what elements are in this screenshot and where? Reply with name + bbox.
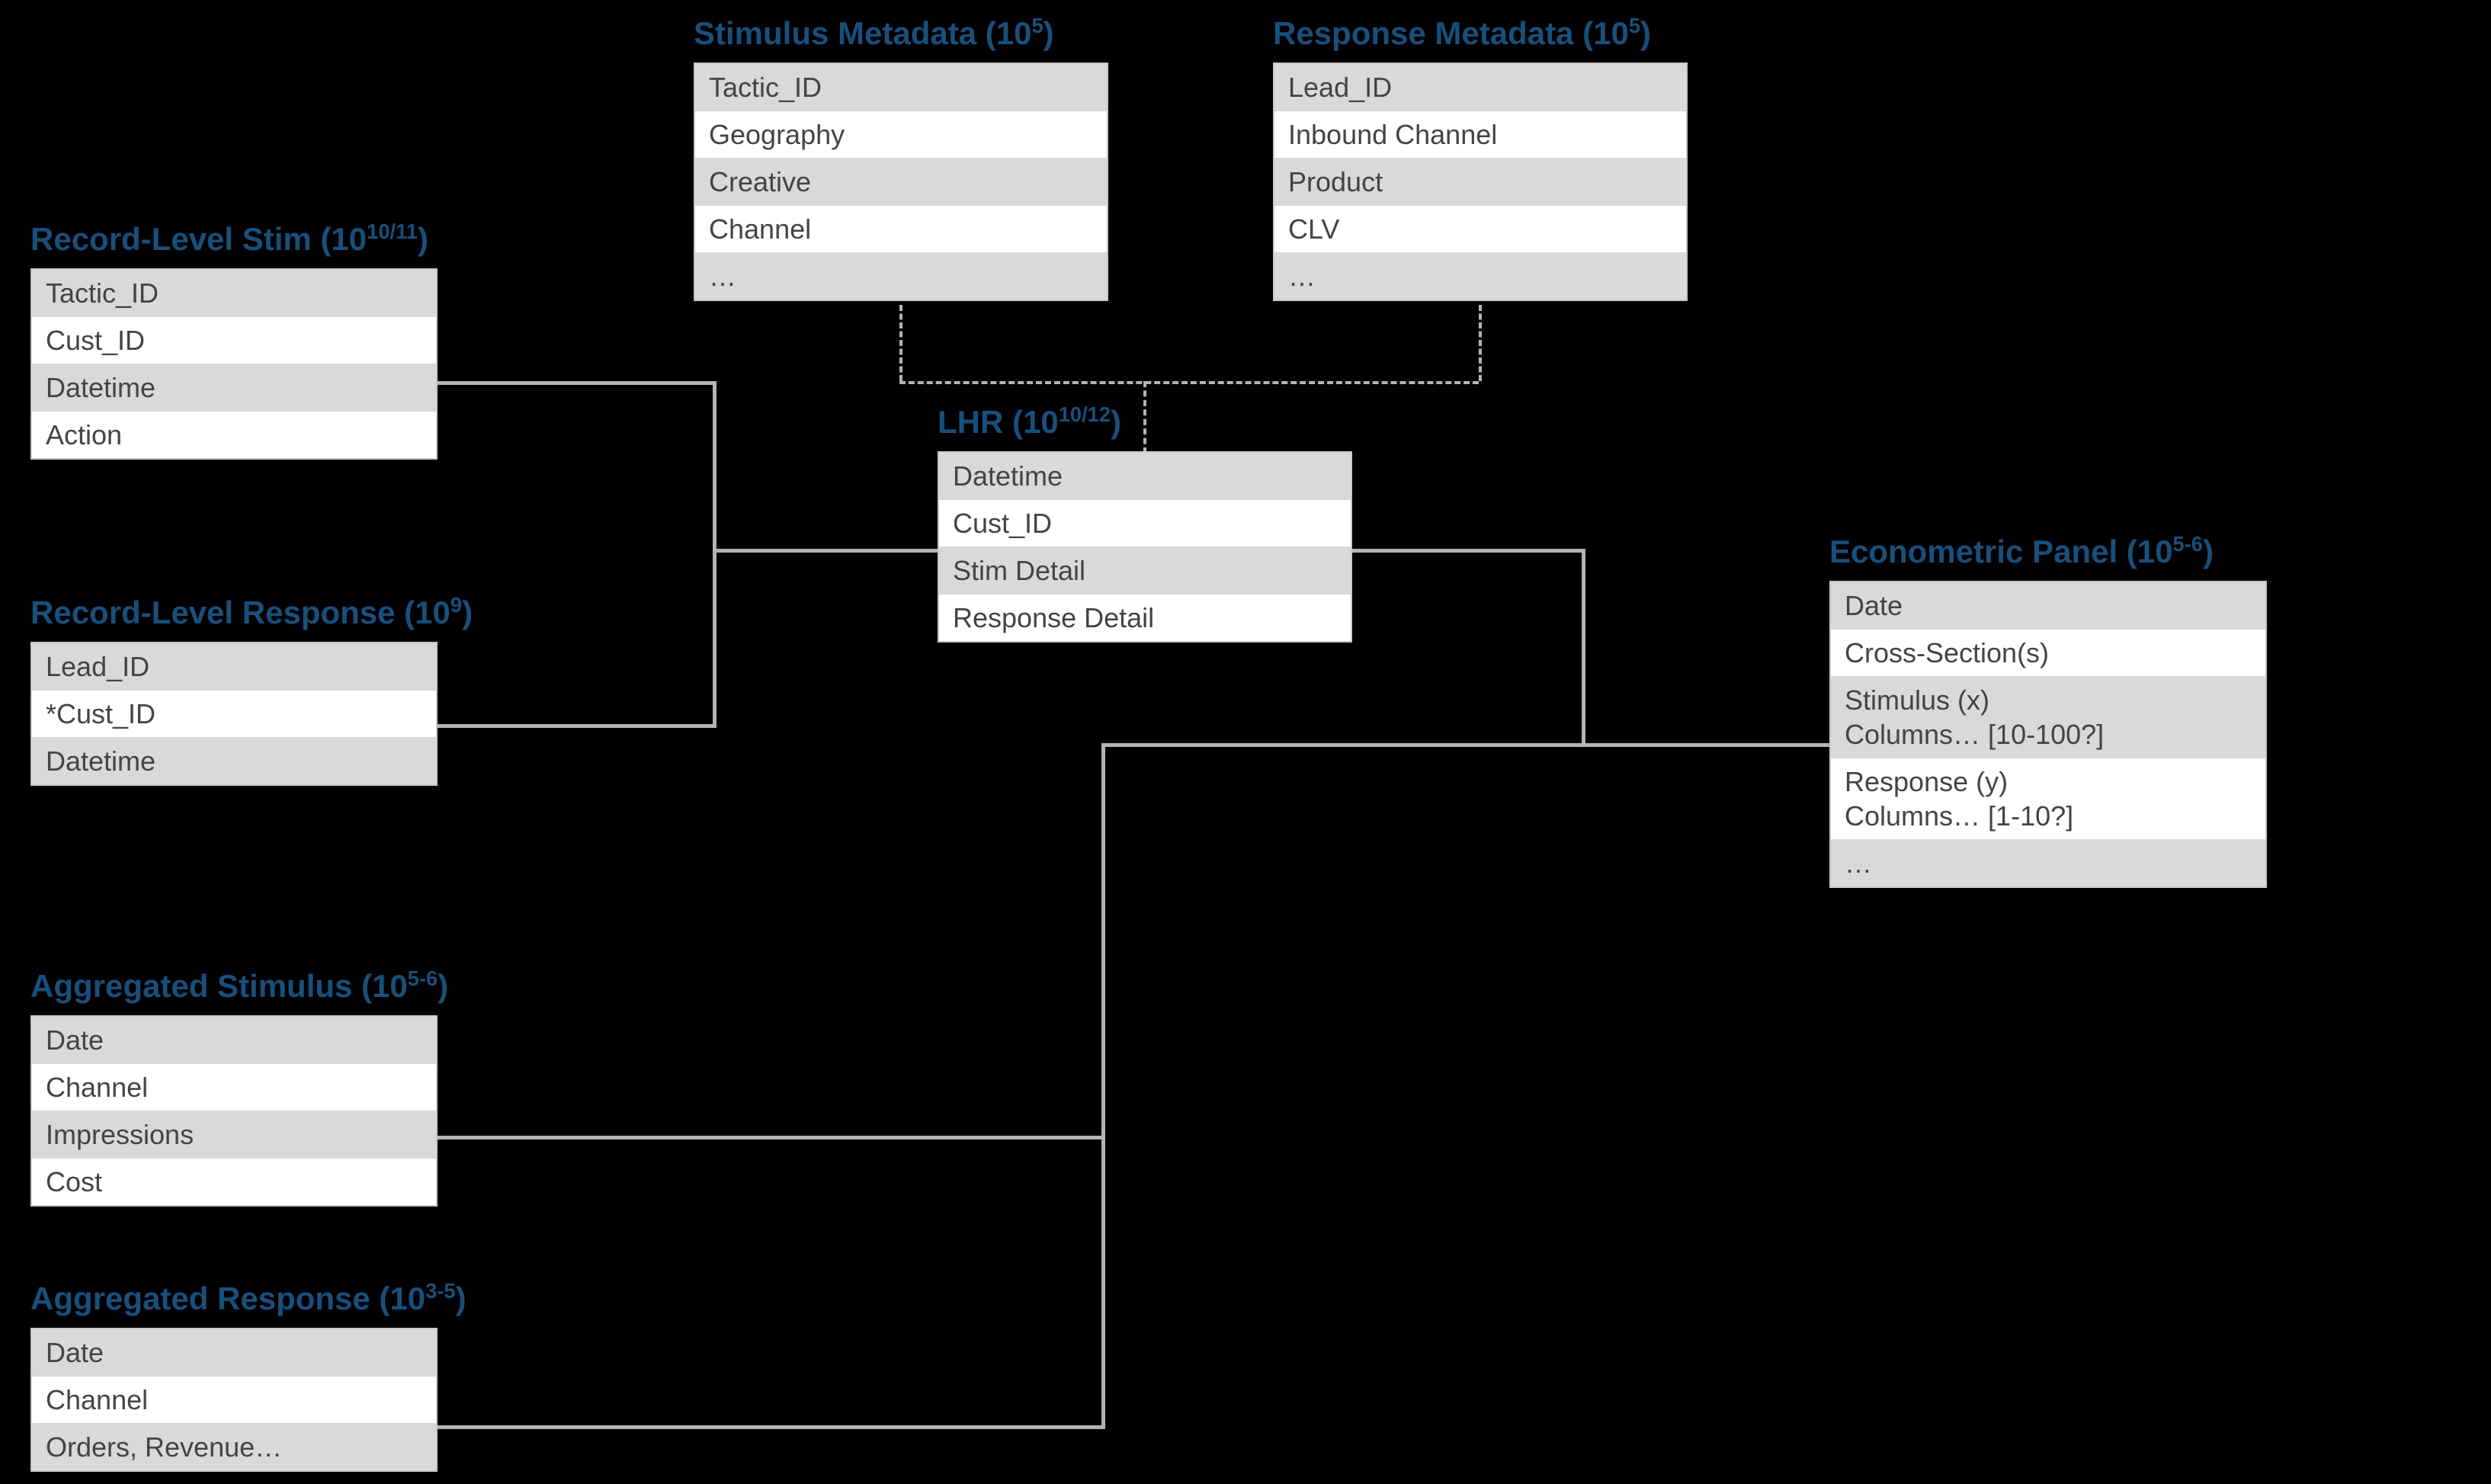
fields-econometric-panel: Date Cross-Section(s) Stimulus (x)Column… <box>1829 581 2267 888</box>
connector <box>434 381 717 385</box>
title-aggregated-response: Aggregated Response (103-5) <box>30 1280 466 1317</box>
field: Creative <box>695 159 1107 206</box>
connector <box>713 549 717 728</box>
field: Product <box>1274 159 1686 206</box>
field: … <box>1274 253 1686 300</box>
entity-record-level-stim: Record-Level Stim (1010/11) Tactic_ID Cu… <box>30 221 438 460</box>
field: Date <box>32 1329 436 1377</box>
field: Cust_ID <box>939 500 1351 547</box>
entity-response-metadata: Response Metadata (105) Lead_ID Inbound … <box>1273 15 1688 301</box>
field: Response Detail <box>939 595 1351 641</box>
title-lhr: LHR (1010/12) <box>938 404 1352 441</box>
field: Datetime <box>32 738 436 784</box>
field: Cust_ID <box>32 317 436 364</box>
field: CLV <box>1274 206 1686 253</box>
connector <box>1582 743 1833 747</box>
connector-dashed <box>1479 305 1482 381</box>
field: Geography <box>695 111 1107 159</box>
field: Response (y)Columns… [1-10?] <box>1831 758 2265 840</box>
connector <box>434 1136 1105 1139</box>
title-record-level-stim: Record-Level Stim (1010/11) <box>30 221 438 258</box>
field: … <box>695 253 1107 300</box>
field: Stim Detail <box>939 547 1351 595</box>
field: Inbound Channel <box>1274 111 1686 159</box>
connector <box>434 1425 1105 1429</box>
connector-dashed <box>899 381 1479 384</box>
field: Channel <box>32 1377 436 1424</box>
connector <box>1101 743 1585 747</box>
field: Cost <box>32 1159 436 1205</box>
field: Date <box>32 1017 436 1064</box>
fields-record-level-response: Lead_ID *Cust_ID Datetime <box>30 642 438 786</box>
title-record-level-response: Record-Level Response (109) <box>30 595 473 631</box>
field: Lead_ID <box>1274 64 1686 111</box>
field: Lead_ID <box>32 643 436 691</box>
field: Channel <box>695 206 1107 253</box>
title-econometric-panel: Econometric Panel (105-6) <box>1829 534 2267 570</box>
field: Datetime <box>939 453 1351 500</box>
entity-aggregated-stimulus: Aggregated Stimulus (105-6) Date Channel… <box>30 968 448 1207</box>
field: … <box>1831 840 2265 886</box>
connector <box>1349 549 1585 553</box>
field: Stimulus (x)Columns… [10-100?] <box>1831 677 2265 758</box>
field: Action <box>32 412 436 458</box>
entity-aggregated-response: Aggregated Response (103-5) Date Channel… <box>30 1280 466 1472</box>
title-aggregated-stimulus: Aggregated Stimulus (105-6) <box>30 968 448 1005</box>
field: Impressions <box>32 1111 436 1159</box>
field: Tactic_ID <box>32 270 436 317</box>
connector <box>1101 1136 1105 1429</box>
fields-stimulus-metadata: Tactic_ID Geography Creative Channel … <box>694 63 1108 301</box>
title-stimulus-metadata: Stimulus Metadata (105) <box>694 15 1108 52</box>
field: *Cust_ID <box>32 691 436 738</box>
fields-lhr: Datetime Cust_ID Stim Detail Response De… <box>938 451 1352 643</box>
connector <box>713 549 941 553</box>
fields-response-metadata: Lead_ID Inbound Channel Product CLV … <box>1273 63 1688 301</box>
fields-record-level-stim: Tactic_ID Cust_ID Datetime Action <box>30 268 438 460</box>
field: Orders, Revenue… <box>32 1424 436 1470</box>
connector <box>1101 743 1105 1139</box>
field: Tactic_ID <box>695 64 1107 111</box>
entity-lhr: LHR (1010/12) Datetime Cust_ID Stim Deta… <box>938 404 1352 643</box>
connector <box>1582 549 1585 747</box>
connector-dashed <box>899 305 902 381</box>
connector <box>434 724 717 728</box>
entity-record-level-response: Record-Level Response (109) Lead_ID *Cus… <box>30 595 473 786</box>
field: Channel <box>32 1064 436 1111</box>
fields-aggregated-response: Date Channel Orders, Revenue… <box>30 1328 438 1472</box>
field: Date <box>1831 582 2265 630</box>
field: Cross-Section(s) <box>1831 630 2265 677</box>
entity-econometric-panel: Econometric Panel (105-6) Date Cross-Sec… <box>1829 534 2267 888</box>
field: Datetime <box>32 364 436 412</box>
fields-aggregated-stimulus: Date Channel Impressions Cost <box>30 1015 438 1207</box>
connector <box>713 381 717 553</box>
title-response-metadata: Response Metadata (105) <box>1273 15 1688 52</box>
entity-stimulus-metadata: Stimulus Metadata (105) Tactic_ID Geogra… <box>694 15 1108 301</box>
